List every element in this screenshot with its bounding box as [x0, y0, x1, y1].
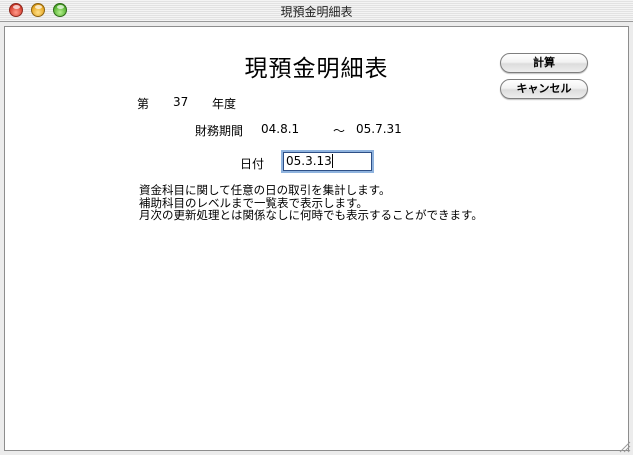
description-text: 資金科目に関して任意の日の取引を集計します。 補助科目のレベルまで一覧表で表示し…: [139, 184, 483, 222]
description-line: 月次の更新処理とは関係なしに何時でも表示することができます。: [139, 208, 483, 222]
text-caret: [332, 154, 333, 168]
period-prefix-label: 第: [137, 97, 150, 111]
fiscal-end-date: 05.7.31: [356, 122, 402, 136]
date-label: 日付: [240, 157, 265, 171]
fiscal-period-label: 財務期間: [195, 124, 244, 138]
resize-grip-icon[interactable]: [619, 441, 631, 453]
period-number: 37: [173, 95, 189, 109]
fiscal-start-date: 04.8.1: [261, 122, 300, 136]
period-suffix-label: 年度: [212, 97, 237, 111]
title-bar[interactable]: 現預金明細表: [0, 0, 633, 22]
description-line: 資金科目に関して任意の日の取引を集計します。: [139, 183, 391, 197]
cancel-button[interactable]: キャンセル: [500, 79, 588, 99]
date-input[interactable]: 05.3.13: [283, 152, 372, 171]
window-title: 現預金明細表: [280, 5, 353, 19]
window: 現預金明細表 現預金明細表 計算 キャンセル 第 37 年度 財務期間 04.8…: [0, 0, 633, 455]
calculate-button[interactable]: 計算: [500, 53, 588, 73]
fiscal-separator: ～: [333, 124, 346, 138]
